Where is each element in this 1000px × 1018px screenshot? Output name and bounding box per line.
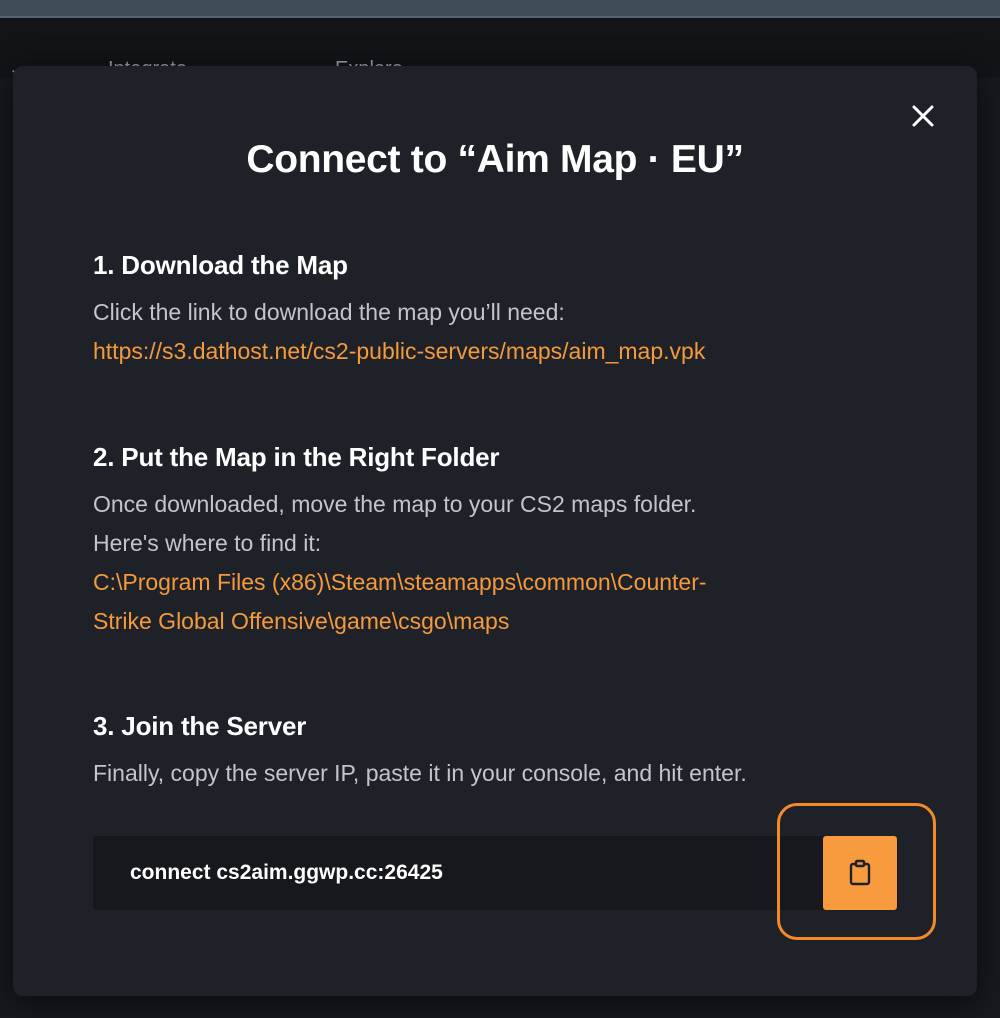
maps-folder-path: C:\Program Files (x86)\Steam\steamapps\c… <box>93 563 913 641</box>
step-heading: 2. Put the Map in the Right Folder <box>93 442 500 472</box>
step-description: Once downloaded, move the map to your CS… <box>93 485 913 563</box>
step-heading: 1. Download the Map <box>93 250 348 280</box>
close-button[interactable] <box>909 102 937 130</box>
step-heading: 3. Join the Server <box>93 711 307 741</box>
step-description: Click the link to download the map you’l… <box>93 299 565 325</box>
step-description: Finally, copy the server IP, paste it in… <box>93 760 747 786</box>
folder-path-line: Strike Global Offensive\game\csgo\maps <box>93 608 510 634</box>
step-download-map: 1. Download the Map Click the link to do… <box>93 250 913 371</box>
folder-path-line: C:\Program Files (x86)\Steam\steamapps\c… <box>93 569 707 595</box>
step-description-line: Here's where to find it: <box>93 530 322 556</box>
connect-command-box[interactable]: connect cs2aim.ggwp.cc:26425 <box>93 836 898 910</box>
close-icon <box>912 105 934 127</box>
map-download-link[interactable]: https://s3.dathost.net/cs2-public-server… <box>93 332 913 371</box>
copy-button[interactable] <box>823 836 897 910</box>
step-join-server: 3. Join the Server Finally, copy the ser… <box>93 711 913 793</box>
clipboard-icon <box>849 859 871 886</box>
connect-modal: Connect to “Aim Map · EU” 1. Download th… <box>13 66 977 996</box>
connect-command-text[interactable]: connect cs2aim.ggwp.cc:26425 <box>130 861 443 885</box>
browser-top-bar <box>0 0 1000 18</box>
step-description-line: Once downloaded, move the map to your CS… <box>93 491 697 517</box>
modal-title: Connect to “Aim Map · EU” <box>246 138 744 181</box>
step-map-folder: 2. Put the Map in the Right Folder Once … <box>93 442 913 641</box>
